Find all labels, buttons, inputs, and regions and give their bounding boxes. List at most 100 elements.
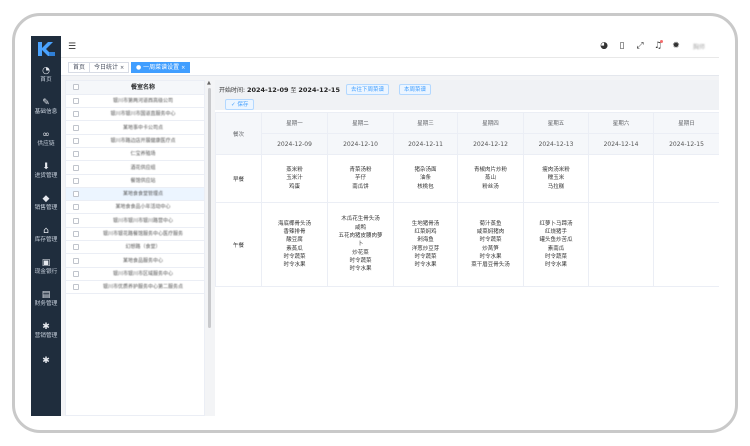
next-week-button[interactable]: 去往下周菜谱 xyxy=(346,84,390,95)
close-icon[interactable]: × xyxy=(181,65,185,71)
day-header: 星期五 xyxy=(523,112,589,134)
select-all-checkbox[interactable] xyxy=(73,84,79,90)
menu-cell[interactable]: 青椒肉片炒粉 蒸山 粉丝汤 xyxy=(457,154,524,203)
list-item[interactable]: 某地食品服务中心 xyxy=(66,255,204,268)
menu-cell[interactable] xyxy=(653,202,719,287)
row-checkbox[interactable] xyxy=(73,151,79,158)
dish-item: 时令蔬菜 xyxy=(349,257,372,264)
row-checkbox[interactable] xyxy=(73,124,79,131)
sidebar-item-home[interactable]: ◔ 首页 xyxy=(31,66,61,84)
fullscreen-icon[interactable]: ⤢ xyxy=(635,41,645,51)
gear-icon[interactable]: ✹ xyxy=(671,41,681,51)
list-item[interactable]: 某地食食品小年活动中心 xyxy=(66,201,204,215)
sidebar-item-marketing[interactable]: ✱ 营销管理 xyxy=(31,322,61,340)
menu-cell[interactable] xyxy=(653,154,719,203)
menu-cell[interactable]: 生地猪骨汤 红菜焖鸡 剁海鱼 洋葱炒豆芽 时令蔬菜 时令水果 xyxy=(393,202,458,287)
menu-cell[interactable]: 红萝卜马蹄汤 红烧猪手 罐头鱼炒苦瓜 素南瓜 时令蔬菜 时令水果 xyxy=(523,202,589,287)
sidebar-item-cash-bank[interactable]: ▣ 现金银行 xyxy=(31,258,61,276)
sidebar-item-purchase[interactable]: ⬇ 进货管理 xyxy=(31,162,61,180)
list-item[interactable]: 银川市路边店开展健康医疗点 xyxy=(66,135,204,148)
row-checkbox[interactable] xyxy=(73,137,79,144)
dish-item: 鸡蛋 xyxy=(288,183,300,190)
meal-name: 午餐 xyxy=(215,202,262,287)
tag-home[interactable]: 首页 xyxy=(68,62,91,73)
dish-item: 洋葱炒豆芽 xyxy=(411,245,440,252)
sidebar-item-settings[interactable]: ✱ xyxy=(31,356,61,366)
day-header: 星期四 xyxy=(457,112,524,134)
menu-cell[interactable]: 瘦肉汤米粉 糯玉米 马拉糕 xyxy=(523,154,589,203)
menu-cell[interactable] xyxy=(588,202,654,287)
list-item[interactable]: 某地事中卡公司点 xyxy=(66,122,204,135)
scroll-up-icon[interactable]: ▲ xyxy=(207,80,211,86)
sidebar-item-inventory[interactable]: ⌂ 库存管理 xyxy=(31,226,61,244)
document-icon[interactable]: ▯ xyxy=(617,41,627,51)
date-header: 2024-12-12 xyxy=(457,133,524,155)
end-date: 2024-12-15 xyxy=(298,86,340,94)
dish-item: 罐头鱼炒苦瓜 xyxy=(539,237,573,244)
list-item[interactable]: 银川市银川市区域服务中心 xyxy=(66,268,204,281)
scrollbar[interactable] xyxy=(208,88,211,328)
dish-item: 粉丝汤 xyxy=(482,183,499,190)
tag-today-stats[interactable]: 今日统计 × xyxy=(89,62,130,73)
row-checkbox[interactable] xyxy=(73,231,79,237)
menu-cell[interactable]: 蒸米粉 玉米汁 鸡蛋 xyxy=(261,154,328,203)
list-item[interactable]: 银川市银花路餐馆服务中心医疗服务 xyxy=(66,228,204,241)
dish-item: 青椒肉片炒粉 xyxy=(473,167,507,174)
row-checkbox[interactable] xyxy=(73,244,79,251)
list-item[interactable]: 银川市第两河道西高级公司 xyxy=(66,95,204,108)
dish-item: 炒莴笋 xyxy=(482,245,499,252)
canteen-name: 幻想路（食堂） xyxy=(125,244,161,251)
dish-item: 时令水果 xyxy=(349,266,372,273)
home-icon: ⌂ xyxy=(43,226,49,236)
row-checkbox[interactable] xyxy=(73,257,79,264)
row-checkbox[interactable] xyxy=(73,177,79,184)
sidebar-item-basic-info[interactable]: ✎ 基础信息 xyxy=(31,98,61,116)
dish-item: 香辣排骨 xyxy=(283,228,306,235)
date-header: 2024-12-09 xyxy=(261,133,328,155)
dish-item: 海底椰骨头汤 xyxy=(277,220,311,227)
sidebar-item-sales[interactable]: ◆ 销售管理 xyxy=(31,194,61,212)
bell-icon[interactable]: ♫ xyxy=(653,40,663,51)
github-icon[interactable]: ◕ xyxy=(599,41,609,51)
menu-toggle-icon[interactable]: ☰ xyxy=(68,42,76,52)
row-checkbox[interactable] xyxy=(73,284,79,291)
row-checkbox[interactable] xyxy=(73,164,79,171)
dish-item: 时令蔬菜 xyxy=(544,253,567,260)
sidebar-item-supply-chain[interactable]: ∞ 供应链 xyxy=(31,130,61,148)
dish-item: 时令蔬菜 xyxy=(479,237,502,244)
row-checkbox[interactable] xyxy=(73,191,79,198)
menu-cell[interactable]: 木瓜花生骨头汤 咸鸭 五花肉猪皮腰肉萝卜炒花菜 时令蔬菜 时令水果 xyxy=(327,202,394,287)
settings-icon: ✱ xyxy=(42,356,50,366)
menu-cell[interactable]: 猪杂汤面 油条 核桃包 xyxy=(393,154,458,203)
user-name[interactable]: 胸师 xyxy=(689,42,709,51)
list-item[interactable]: 餐馆供应站 xyxy=(66,175,204,188)
row-checkbox[interactable] xyxy=(73,204,79,211)
row-checkbox[interactable] xyxy=(73,217,79,224)
topbar-actions: ◕ ▯ ⤢ ♫ ✹ 胸师 xyxy=(599,40,709,51)
tag-weekly-menu[interactable]: ● 一周菜谱设置 × xyxy=(131,62,191,73)
list-item[interactable]: 银川市银川市国道直服务中心 xyxy=(66,108,204,122)
row-checkbox[interactable] xyxy=(73,270,79,277)
menu-cell[interactable]: 海底椰骨头汤 香辣排骨 酸豆腐 素蒸瓜 时令蔬菜 时令水果 xyxy=(261,202,328,287)
list-item[interactable]: 银川市优质养护服务中心第二服务点 xyxy=(66,281,204,295)
menu-cell[interactable] xyxy=(588,154,654,203)
list-item[interactable]: 幻想路（食堂） xyxy=(66,241,204,255)
wallet-icon: ▤ xyxy=(41,290,51,300)
close-icon[interactable]: × xyxy=(120,65,124,71)
sidebar-item-finance[interactable]: ▤ 财务管理 xyxy=(31,290,61,308)
dish-item: 油条 xyxy=(419,175,431,182)
menu-cell[interactable]: 菊汁蒸鱼 咸菜焖猪肉 时令蔬菜 炒莴笋 时令水果 菜干眉豆骨头汤 xyxy=(457,202,524,287)
dish-item: 时令水果 xyxy=(283,262,306,269)
row-checkbox[interactable] xyxy=(73,98,79,104)
canteen-name: 某地食食品小年活动中心 xyxy=(115,204,171,211)
dish-item: 蒸山 xyxy=(484,175,496,182)
list-item[interactable]: 仁宝养殖场 xyxy=(66,148,204,162)
list-item[interactable]: 某地食食堂管理点 xyxy=(66,188,204,202)
canteen-name: 银川市银川市国道直服务中心 xyxy=(110,111,176,118)
list-item[interactable]: 银川市银川市银川路营中心 xyxy=(66,215,204,228)
save-button[interactable]: ✓ 保存 xyxy=(225,99,255,110)
list-item[interactable]: 酒花供应组 xyxy=(66,162,204,175)
row-checkbox[interactable] xyxy=(73,111,79,118)
menu-cell[interactable]: 青菜汤粉 芋仔 南瓜饼 xyxy=(327,154,394,203)
this-week-button[interactable]: 本周菜谱 xyxy=(399,84,432,95)
